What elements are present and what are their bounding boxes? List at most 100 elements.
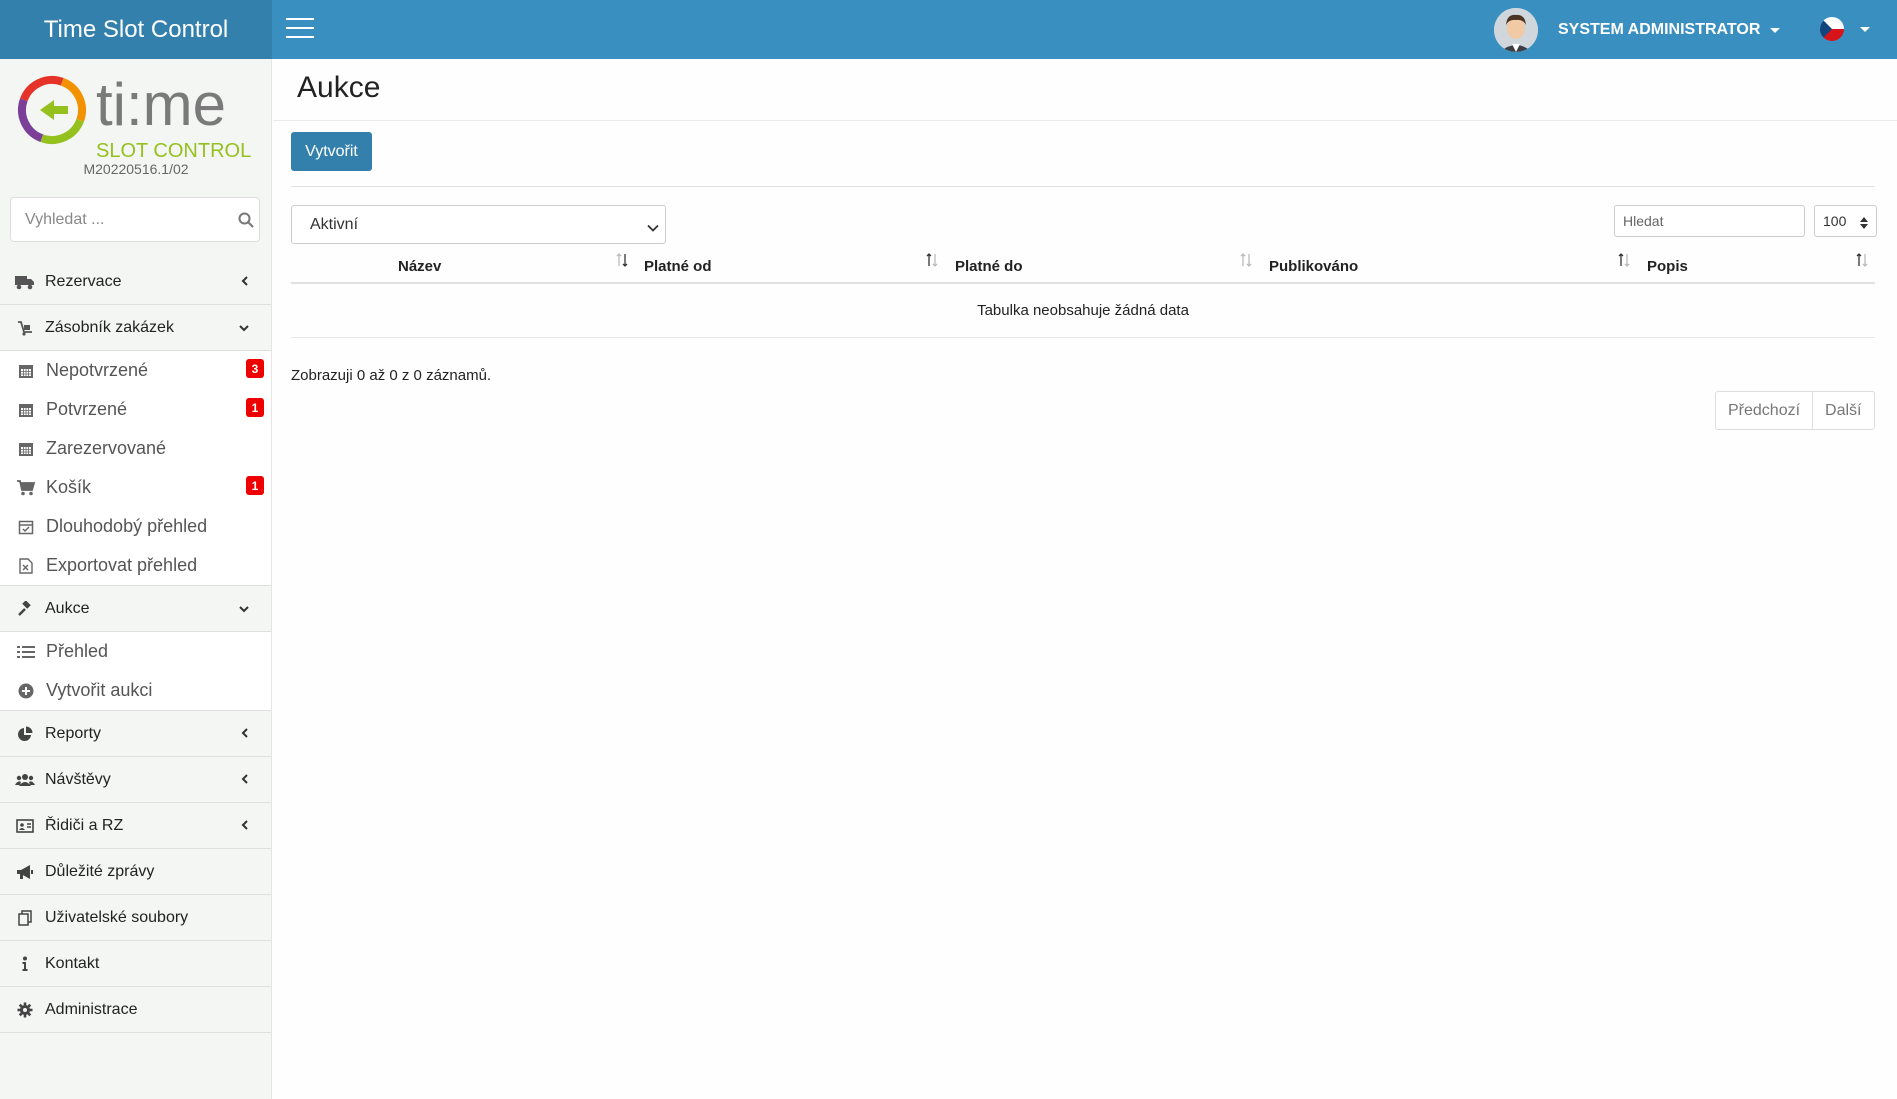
column-header-label: Název bbox=[398, 258, 442, 275]
user-name[interactable]: SYSTEM ADMINISTRATOR bbox=[1558, 21, 1760, 39]
table-header: Název Platné od Platné do Publikováno Po… bbox=[291, 251, 1875, 284]
auctions-table: Název Platné od Platné do Publikováno Po… bbox=[291, 251, 1875, 338]
sidebar-item-dlouhodoby-prehled[interactable]: Dlouhodobý přehled bbox=[0, 507, 271, 546]
cart-icon bbox=[16, 478, 36, 498]
excel-file-icon bbox=[16, 556, 36, 576]
avatar[interactable] bbox=[1494, 8, 1538, 52]
sidebar-item-zasobnik-zakazek[interactable]: Zásobník zakázek bbox=[0, 305, 271, 351]
submenu-zasobnik: Nepotvrzené 3 Potvrzené 1 Zarezervované … bbox=[0, 351, 271, 586]
sidebar-item-dulezite-zpravy[interactable]: Důležité zprávy bbox=[0, 849, 271, 895]
calendar-check-icon bbox=[16, 517, 36, 537]
id-card-icon bbox=[15, 816, 35, 836]
sort-icon[interactable] bbox=[616, 253, 628, 272]
sort-icon[interactable] bbox=[1618, 253, 1630, 272]
sidebar-item-exportovat-prehled[interactable]: Exportovat přehled bbox=[0, 546, 271, 585]
search-icon[interactable] bbox=[232, 212, 259, 228]
logo-text: ti:me bbox=[96, 71, 226, 138]
chevron-down-icon bbox=[239, 600, 249, 618]
page-size-select[interactable]: 100 bbox=[1814, 205, 1877, 237]
sidebar-item-label: Aukce bbox=[45, 599, 90, 617]
sidebar-search bbox=[10, 197, 260, 242]
status-filter-select[interactable]: Aktivní bbox=[291, 205, 666, 244]
column-header-nazev[interactable]: Název bbox=[291, 251, 641, 282]
chevron-left-icon bbox=[241, 817, 249, 835]
language-selector[interactable] bbox=[1820, 17, 1870, 41]
column-header-label: Platné od bbox=[644, 258, 712, 275]
sidebar-item-label: Řidiči a RZ bbox=[45, 816, 124, 834]
next-page-button[interactable]: Další bbox=[1813, 392, 1873, 429]
menu-toggle-icon[interactable] bbox=[286, 18, 314, 40]
megaphone-icon bbox=[15, 862, 35, 882]
sidebar-item-label: Reporty bbox=[45, 724, 102, 742]
plus-circle-icon bbox=[16, 681, 36, 701]
sidebar-item-kontakt[interactable]: Kontakt bbox=[0, 941, 271, 987]
previous-page-button[interactable]: Předchozí bbox=[1716, 392, 1814, 429]
sidebar-item-label: Potvrzené bbox=[46, 399, 128, 419]
sidebar-item-kosik[interactable]: Košík 1 bbox=[0, 468, 271, 507]
sidebar-item-label: Nepotvrzené bbox=[46, 360, 149, 380]
sort-icon[interactable] bbox=[926, 253, 938, 272]
logo: ti:me SLOT CONTROL bbox=[14, 69, 259, 162]
empty-table-message: Tabulka neobsahuje žádná data bbox=[291, 284, 1875, 338]
sidebar-item-aukce[interactable]: Aukce bbox=[0, 586, 271, 632]
create-button[interactable]: Vytvořit bbox=[291, 132, 372, 171]
chevron-down-icon bbox=[1860, 26, 1870, 32]
submenu-aukce: Přehled Vytvořit aukci bbox=[0, 632, 271, 711]
sidebar-item-nepotvrzene[interactable]: Nepotvrzené 3 bbox=[0, 351, 271, 390]
column-header-publikovano[interactable]: Publikováno bbox=[1269, 251, 1609, 282]
truck-icon bbox=[15, 272, 35, 292]
table-search-input[interactable] bbox=[1614, 205, 1805, 237]
sidebar-item-label: Kontakt bbox=[45, 954, 100, 972]
calendar-icon bbox=[16, 400, 36, 420]
sort-icon[interactable] bbox=[1856, 253, 1868, 272]
sort-icon[interactable] bbox=[1240, 253, 1252, 272]
sidebar-item-prehled[interactable]: Přehled bbox=[0, 632, 271, 671]
calendar-icon bbox=[16, 361, 36, 381]
sidebar-item-navstevy[interactable]: Návštěvy bbox=[0, 757, 271, 803]
chevron-down-icon bbox=[647, 219, 659, 237]
sidebar-item-zarezervovane[interactable]: Zarezervované bbox=[0, 429, 271, 468]
sidebar-item-label: Uživatelské soubory bbox=[45, 908, 189, 926]
page-size-value: 100 bbox=[1823, 213, 1847, 229]
user-menu[interactable]: SYSTEM ADMINISTRATOR bbox=[1494, 8, 1781, 52]
page-title: Aukce bbox=[297, 71, 381, 104]
sidebar-search-input[interactable] bbox=[11, 198, 232, 241]
calendar-icon bbox=[16, 439, 36, 459]
sidebar-item-reporty[interactable]: Reporty bbox=[0, 711, 271, 757]
column-header-platne-od[interactable]: Platné od bbox=[641, 251, 951, 282]
pie-chart-icon bbox=[15, 724, 35, 744]
column-header-popis[interactable]: Popis bbox=[1647, 251, 1867, 282]
sidebar-item-label: Exportovat přehled bbox=[46, 555, 198, 575]
column-header-platne-do[interactable]: Platné do bbox=[955, 251, 1265, 282]
table-info: Zobrazuji 0 až 0 z 0 záznamů. bbox=[291, 367, 492, 384]
sidebar-item-rezervace[interactable]: Rezervace bbox=[0, 259, 271, 305]
chevron-left-icon bbox=[241, 725, 249, 743]
sidebar-item-label: Košík bbox=[46, 477, 92, 497]
count-badge: 1 bbox=[246, 476, 264, 495]
sidebar-item-label: Rezervace bbox=[45, 272, 122, 290]
list-icon bbox=[16, 642, 36, 662]
sidebar-item-label: Administrace bbox=[45, 1000, 138, 1018]
sidebar-item-ridici-a-rz[interactable]: Řidiči a RZ bbox=[0, 803, 271, 849]
app-title[interactable]: Time Slot Control bbox=[0, 0, 272, 59]
sidebar-item-administrace[interactable]: Administrace bbox=[0, 987, 271, 1033]
top-bar: Time Slot Control SYSTEM ADMINISTRATOR bbox=[0, 0, 1897, 59]
sidebar-item-potvrzene[interactable]: Potvrzené 1 bbox=[0, 390, 271, 429]
chevron-down-icon bbox=[239, 319, 249, 337]
divider bbox=[291, 186, 1875, 187]
sidebar-item-uzivatelske-soubory[interactable]: Uživatelské soubory bbox=[0, 895, 271, 941]
sidebar-item-label: Dlouhodobý přehled bbox=[46, 516, 208, 536]
chevron-left-icon bbox=[241, 771, 249, 789]
sidebar: ti:me SLOT CONTROL M20220516.1/02 Rezerv… bbox=[0, 59, 272, 1099]
info-icon bbox=[15, 954, 35, 974]
sidebar-item-label: Zásobník zakázek bbox=[45, 318, 174, 336]
sidebar-item-vytvorit-aukci[interactable]: Vytvořit aukci bbox=[0, 671, 271, 710]
chevron-left-icon bbox=[241, 273, 249, 291]
column-header-label: Popis bbox=[1647, 258, 1688, 275]
column-header-label: Platné do bbox=[955, 258, 1023, 275]
sidebar-item-label: Návštěvy bbox=[45, 770, 111, 788]
sidebar-item-label: Přehled bbox=[46, 641, 109, 661]
users-icon bbox=[15, 770, 35, 790]
divider bbox=[273, 120, 1897, 121]
gear-icon bbox=[15, 1000, 35, 1020]
